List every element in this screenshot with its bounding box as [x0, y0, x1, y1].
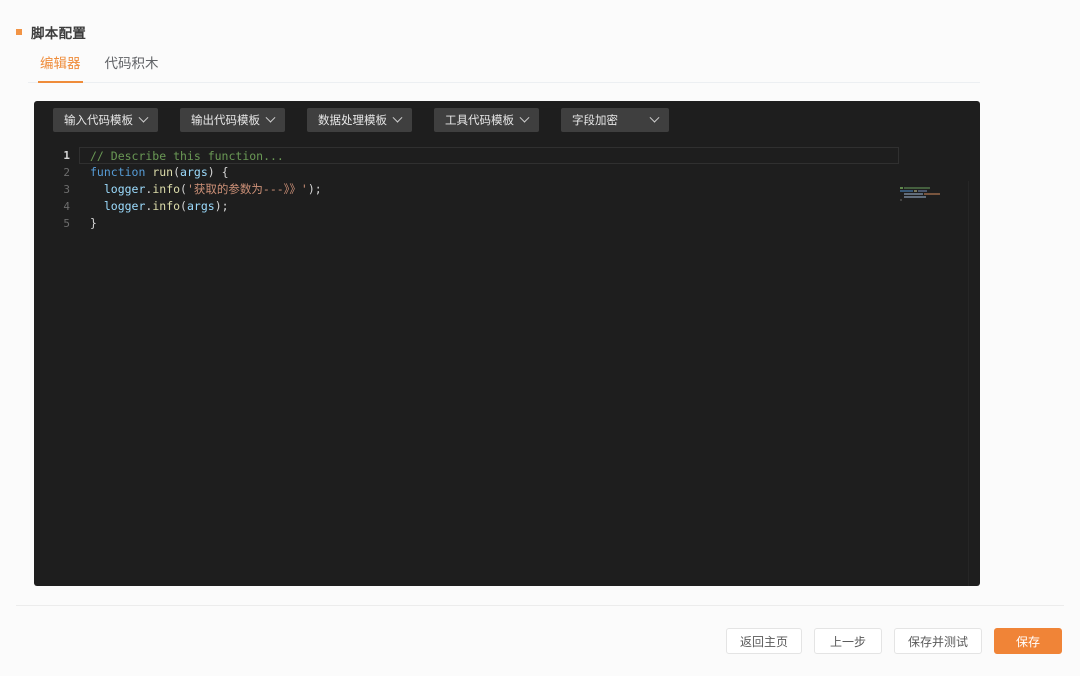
editor-template-toolbar: 输入代码模板 输出代码模板 数据处理模板 工具代码模板 字段加密 — [34, 101, 980, 139]
line-number: 3 — [63, 183, 70, 196]
code-token-keyword: function — [90, 165, 146, 179]
code-line[interactable]: logger.info('获取的参数为---》》'); — [80, 181, 900, 198]
tool-code-template-label: 工具代码模板 — [445, 115, 514, 127]
code-token-punctuation: ); — [214, 199, 229, 213]
chevron-down-icon — [138, 112, 149, 123]
tab-code-blocks[interactable]: 代码积木 — [93, 55, 171, 82]
line-number: 5 — [63, 217, 70, 230]
code-token-punctuation: } — [90, 216, 97, 230]
tool-code-template-button[interactable]: 工具代码模板 — [434, 108, 539, 132]
input-code-template-button[interactable]: 输入代码模板 — [53, 108, 158, 132]
editor-vertical-scrollbar[interactable] — [968, 181, 980, 586]
save-and-test-button[interactable]: 保存并测试 — [893, 628, 982, 654]
code-token-function: run — [152, 165, 174, 179]
previous-step-button[interactable]: 上一步 — [813, 628, 882, 654]
save-button[interactable]: 保存 — [994, 628, 1062, 654]
tab-bar: 编辑器 代码积木 — [28, 55, 980, 83]
chevron-down-icon — [265, 112, 276, 123]
tab-code-blocks-label: 代码积木 — [104, 56, 159, 71]
code-token-comment: // Describe this function... — [90, 149, 284, 163]
code-token-variable: args — [186, 199, 215, 213]
output-code-template-button[interactable]: 输出代码模板 — [180, 108, 285, 132]
tab-editor-label: 编辑器 — [40, 56, 81, 71]
code-token-punctuation: ( — [173, 165, 181, 179]
data-process-template-label: 数据处理模板 — [318, 115, 387, 127]
code-token-function: info — [152, 199, 181, 213]
page-title: 脚本配置 — [16, 22, 86, 42]
code-token-variable: logger — [103, 182, 146, 196]
code-area[interactable]: 1 2 3 4 5 // Describe this function... f… — [34, 141, 980, 586]
code-line[interactable]: // Describe this function... — [79, 147, 899, 164]
chevron-down-icon — [649, 112, 660, 123]
code-token-function: info — [152, 182, 181, 196]
line-number: 1 — [63, 149, 70, 162]
page-title-label: 脚本配置 — [31, 26, 87, 41]
back-to-home-button[interactable]: 返回主页 — [725, 628, 802, 654]
chevron-down-icon — [519, 112, 530, 123]
code-line[interactable]: function run(args) { — [80, 164, 900, 181]
line-number: 4 — [63, 200, 70, 213]
code-lines[interactable]: // Describe this function... function ru… — [79, 147, 900, 232]
tab-editor[interactable]: 编辑器 — [28, 55, 93, 83]
chevron-down-icon — [392, 112, 403, 123]
line-number: 2 — [63, 166, 70, 179]
field-encrypt-label: 字段加密 — [572, 115, 618, 127]
bullet-icon — [16, 29, 22, 35]
code-token-variable: args — [180, 165, 208, 179]
field-encrypt-button[interactable]: 字段加密 — [561, 108, 669, 132]
code-line[interactable]: } — [80, 215, 900, 232]
footer-divider — [16, 605, 1064, 606]
code-token-punctuation: ) { — [207, 165, 229, 179]
script-config-page: 脚本配置 编辑器 代码积木 输入代码模板 输出代码模板 数据处理模板 工具代码模… — [0, 0, 1080, 676]
editor-minimap[interactable] — [900, 187, 956, 203]
line-number-gutter: 1 2 3 4 5 — [34, 147, 80, 232]
footer-actions: 返回主页 上一步 保存并测试 保存 — [725, 628, 1062, 654]
code-token-punctuation: ); — [307, 182, 322, 196]
input-code-template-label: 输入代码模板 — [64, 115, 133, 127]
code-editor-panel: 输入代码模板 输出代码模板 数据处理模板 工具代码模板 字段加密 1 2 3 4… — [34, 101, 980, 586]
code-token-variable: logger — [103, 199, 146, 213]
code-token-punctuation: ( — [180, 182, 187, 196]
code-token-string: '获取的参数为---》》' — [186, 182, 308, 196]
output-code-template-label: 输出代码模板 — [191, 115, 260, 127]
code-token-punctuation: ( — [180, 199, 187, 213]
data-process-template-button[interactable]: 数据处理模板 — [307, 108, 412, 132]
code-line[interactable]: logger.info(args); — [80, 198, 900, 215]
